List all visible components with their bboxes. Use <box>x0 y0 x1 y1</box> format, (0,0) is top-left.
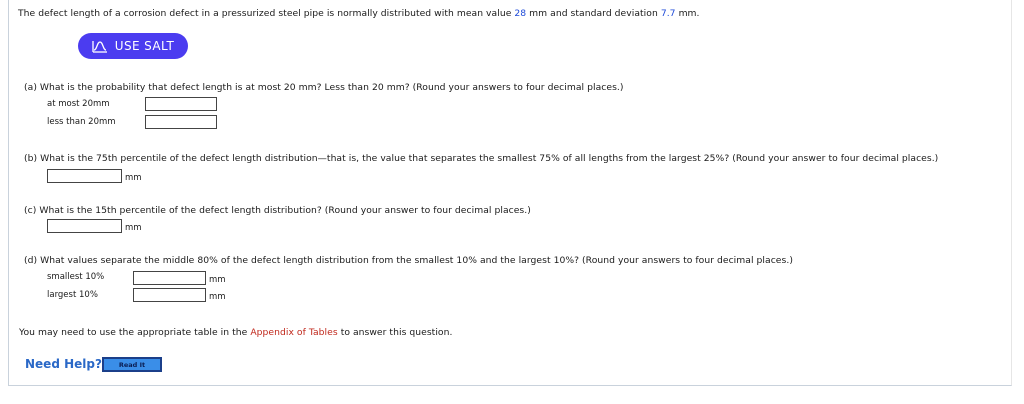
salt-chart-icon <box>92 41 107 53</box>
problem-statement: The defect length of a corrosion defect … <box>18 8 700 19</box>
part-b-unit: mm <box>125 173 142 183</box>
read-it-button[interactable]: Read It <box>102 357 162 372</box>
appendix-note-prefix: You may need to use the appropriate tabl… <box>19 327 248 338</box>
percentile-15-input[interactable] <box>47 219 122 233</box>
part-c-unit: mm <box>125 223 142 233</box>
percentile-75-input[interactable] <box>47 169 122 183</box>
largest-10-input[interactable] <box>133 288 206 302</box>
part-b-question: (b) What is the 75th percentile of the d… <box>24 153 939 164</box>
at-most-label: at most 20mm <box>47 99 110 109</box>
use-salt-label: USE SALT <box>114 39 175 53</box>
part-a-question: (a) What is the probability that defect … <box>24 82 624 93</box>
appendix-note: You may need to use the appropriate tabl… <box>19 327 452 338</box>
appendix-link[interactable]: Appendix of Tables <box>250 327 337 338</box>
intro-suffix: mm. <box>678 8 700 19</box>
smallest-unit: mm <box>209 275 226 285</box>
mean-value: 28 <box>514 8 527 19</box>
smallest-10-input[interactable] <box>133 271 206 285</box>
largest-label: largest 10% <box>47 290 98 300</box>
intro-prefix: The defect length of a corrosion defect … <box>18 8 512 19</box>
less-than-label: less than 20mm <box>47 117 116 127</box>
smallest-label: smallest 10% <box>47 272 105 282</box>
need-help-label: Need Help? <box>25 357 102 371</box>
sd-value: 7.7 <box>660 8 676 19</box>
part-c-question: (c) What is the 15th percentile of the d… <box>24 205 531 216</box>
largest-unit: mm <box>209 292 226 302</box>
appendix-note-suffix: to answer this question. <box>340 327 453 338</box>
less-than-input[interactable] <box>145 115 217 129</box>
at-most-input[interactable] <box>145 97 217 111</box>
part-d-question: (d) What values separate the middle 80% … <box>24 255 793 266</box>
intro-mid: mm and standard deviation <box>529 8 658 19</box>
use-salt-button[interactable]: USE SALT <box>78 33 188 59</box>
